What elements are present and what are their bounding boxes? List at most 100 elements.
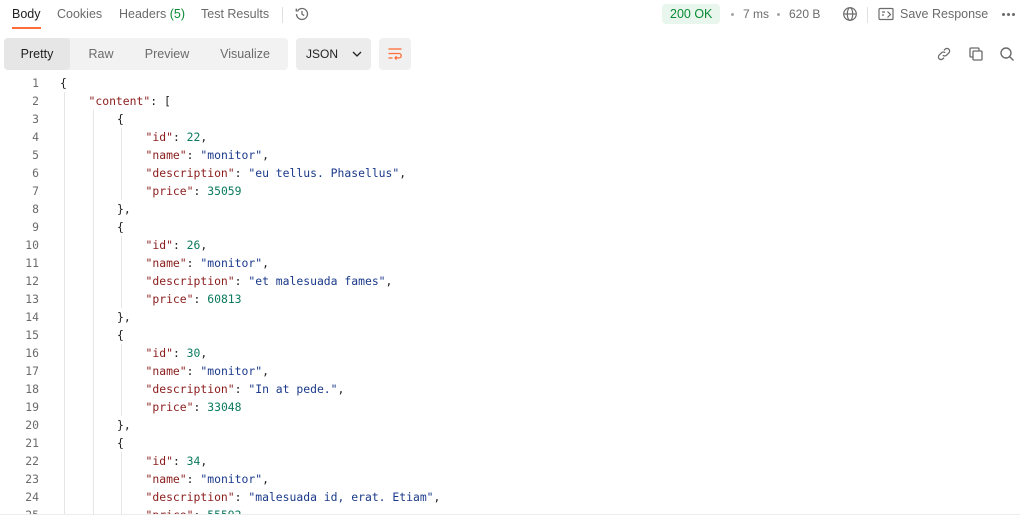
json-number: 60813: [207, 292, 242, 306]
line-number: 3: [32, 112, 39, 126]
indent-guide: [121, 128, 122, 146]
view-mode-visualize[interactable]: Visualize: [202, 38, 288, 70]
json-key: "description": [145, 274, 235, 288]
view-mode-pretty[interactable]: Pretty: [4, 38, 70, 70]
indent-guide: [92, 434, 94, 452]
json-punctuation: ,: [399, 166, 407, 180]
indent-guide: [92, 110, 94, 128]
json-key: "name": [145, 364, 187, 378]
code-text: {: [117, 434, 124, 452]
indent-guide: [92, 416, 94, 434]
response-body-viewer[interactable]: 1{2 "content": [3{4 "id": 22, 5 "name": "mon…: [0, 74, 1014, 514]
code-line: 21 {: [0, 434, 1014, 452]
json-key: "id": [145, 454, 173, 468]
line-number: 24: [25, 490, 39, 504]
json-punctuation: :: [172, 130, 187, 144]
more-icon[interactable]: [998, 4, 1018, 24]
json-punctuation: :: [172, 454, 187, 468]
json-punctuation: ,: [262, 364, 269, 378]
code-line: 13 "price": 60813: [0, 290, 1014, 308]
indent-guide: [64, 470, 65, 488]
search-icon[interactable]: [997, 44, 1017, 64]
indent-guide: [64, 398, 65, 416]
line-number: 13: [25, 292, 39, 306]
indent-guide: [64, 272, 65, 290]
indent-guide: [121, 254, 122, 272]
headers-count: (5): [169, 7, 186, 21]
view-mode-preview[interactable]: Preview: [132, 38, 202, 70]
globe-icon[interactable]: [841, 5, 859, 23]
format-select[interactable]: JSON: [296, 38, 371, 70]
save-response-button[interactable]: Save Response: [878, 0, 988, 28]
json-string: "monitor": [200, 148, 263, 162]
tab-body[interactable]: Body: [12, 0, 41, 30]
json-key: "content": [88, 94, 151, 108]
code-text: {: [117, 218, 124, 236]
line-number: 2: [32, 94, 39, 108]
indent-guide: [64, 380, 65, 398]
line-number: 5: [32, 148, 39, 162]
vertical-scrollbar[interactable]: [1014, 74, 1020, 514]
json-string: "malesuada id, erat. Etiam": [248, 490, 434, 504]
json-punctuation: {: [60, 76, 67, 90]
json-key: "id": [145, 130, 173, 144]
code-line: 16 "id": 30,: [0, 344, 1014, 362]
code-text: "name": "monitor",: [146, 146, 269, 164]
indent-guide: [92, 452, 94, 470]
history-icon[interactable]: [293, 5, 311, 23]
code-text: "name": "monitor",: [146, 362, 269, 380]
format-select-value: JSON: [306, 47, 339, 61]
copy-icon[interactable]: [966, 44, 986, 64]
code-text: "description": "malesuada id, erat. Etia…: [146, 488, 441, 506]
code-line: 6 "description": "eu tellus. Phasellus",: [0, 164, 1014, 182]
panel-bottom-border: [0, 514, 1020, 515]
json-punctuation: :: [186, 256, 201, 270]
json-punctuation: :: [172, 238, 187, 252]
code-text: "content": [: [89, 92, 171, 110]
code-line: 1{: [0, 74, 1014, 92]
link-icon[interactable]: [934, 44, 954, 64]
tab-headers[interactable]: Headers (5): [119, 0, 185, 30]
json-punctuation: :: [193, 292, 208, 306]
line-number: 11: [25, 256, 39, 270]
indent-guide: [64, 326, 65, 344]
code-line: 3{: [0, 110, 1014, 128]
json-punctuation: {: [117, 112, 124, 126]
status-badge[interactable]: 200 OK: [662, 4, 721, 24]
code-text: "id": 30,: [146, 344, 208, 362]
line-number: 4: [32, 130, 39, 144]
code-line: 2 "content": [: [0, 92, 1014, 110]
response-time[interactable]: 7 ms: [743, 0, 769, 28]
indent-guide: [121, 488, 122, 506]
code-line: 8},: [0, 200, 1014, 218]
code-text: "name": "monitor",: [146, 254, 269, 272]
tab-test-results[interactable]: Test Results: [201, 0, 269, 30]
indent-guide: [64, 362, 65, 380]
wrap-lines-button[interactable]: [379, 38, 411, 70]
code-text: "id": 26,: [146, 236, 208, 254]
json-number: 33048: [207, 400, 242, 414]
indent-guide: [121, 272, 122, 290]
code-line: 10 "id": 26,: [0, 236, 1014, 254]
code-line: 23 "name": "monitor",: [0, 470, 1014, 488]
response-size[interactable]: 620 B: [789, 0, 820, 28]
tab-cookies[interactable]: Cookies: [57, 0, 102, 30]
indent-guide: [121, 362, 122, 380]
indent-guide: [121, 146, 122, 164]
code-text: {: [117, 326, 124, 344]
wrap-lines-icon: [387, 47, 403, 61]
view-mode-raw[interactable]: Raw: [70, 38, 132, 70]
json-punctuation: {: [117, 436, 124, 450]
code-line: 12 "description": "et malesuada fames",: [0, 272, 1014, 290]
code-line: 25 "price": 55592: [0, 506, 1014, 514]
indent-guide: [121, 380, 122, 398]
json-string: "monitor": [200, 364, 263, 378]
indent-guide: [92, 380, 94, 398]
line-number: 12: [25, 274, 39, 288]
json-key: "id": [145, 346, 173, 360]
indent-guide: [92, 200, 94, 218]
indent-guide: [121, 236, 122, 254]
json-punctuation: ,: [433, 490, 441, 504]
code-text: "id": 22,: [146, 128, 208, 146]
code-line: 19 "price": 33048: [0, 398, 1014, 416]
